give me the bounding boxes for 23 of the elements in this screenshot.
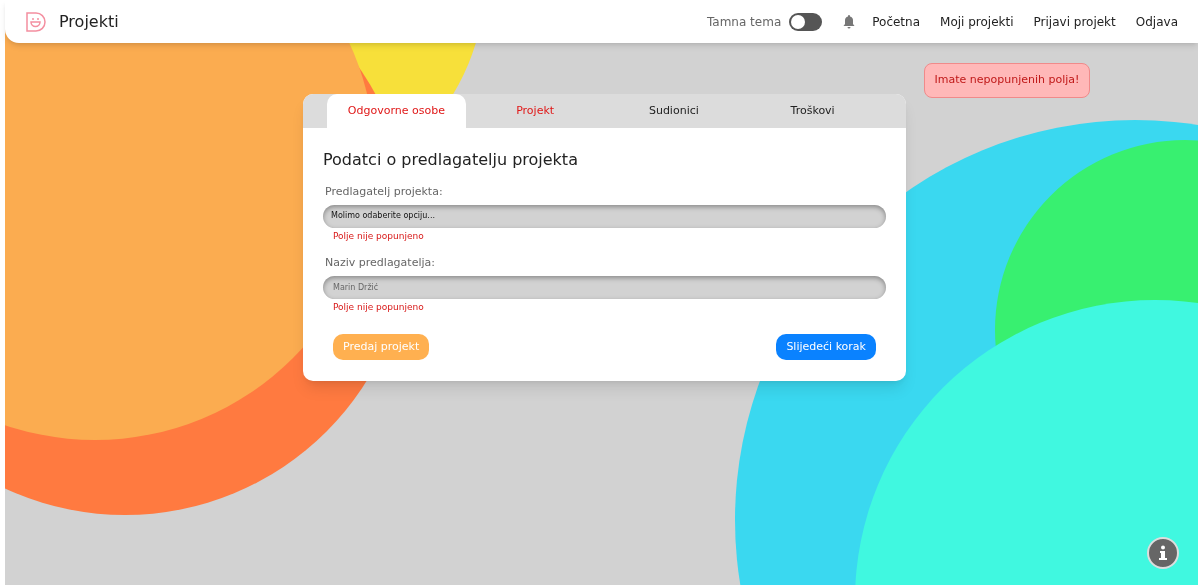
nav-link[interactable]: Početna xyxy=(872,12,921,31)
tab[interactable]: Odgovorne osobe xyxy=(327,94,466,128)
select-field[interactable]: Molimo odaberite opciju... xyxy=(323,204,886,228)
input-field[interactable]: Marin Držić xyxy=(323,275,886,299)
theme-label: Tamna tema xyxy=(706,13,782,31)
smiley-logo-icon xyxy=(25,10,47,33)
form-heading: Podatci o predlagatelju projekta xyxy=(323,149,579,171)
tab[interactable]: Troškovi xyxy=(743,94,882,128)
error-message: Polje nije popunjeno xyxy=(333,229,425,243)
field-label: Naziv predlagatelja: xyxy=(325,255,436,271)
next-step-button[interactable]: Slijedeći korak xyxy=(776,334,876,360)
error-message: Polje nije popunjeno xyxy=(333,300,425,314)
info-icon xyxy=(1158,545,1168,561)
bell-icon[interactable] xyxy=(842,14,857,29)
theme-toggle[interactable] xyxy=(789,12,823,31)
nav-link[interactable]: Moji projekti xyxy=(940,12,1014,31)
field-label: Predlagatelj projekta: xyxy=(325,184,444,200)
nav-link[interactable]: Odjava xyxy=(1135,12,1178,31)
tab[interactable]: Projekt xyxy=(465,94,605,128)
nav-link[interactable]: Prijavi projekt xyxy=(1033,12,1116,31)
tab[interactable]: Sudionici xyxy=(604,94,744,128)
error-toast: Imate nepopunjenih polja! xyxy=(924,63,1090,98)
app-title: Projekti xyxy=(59,10,119,33)
